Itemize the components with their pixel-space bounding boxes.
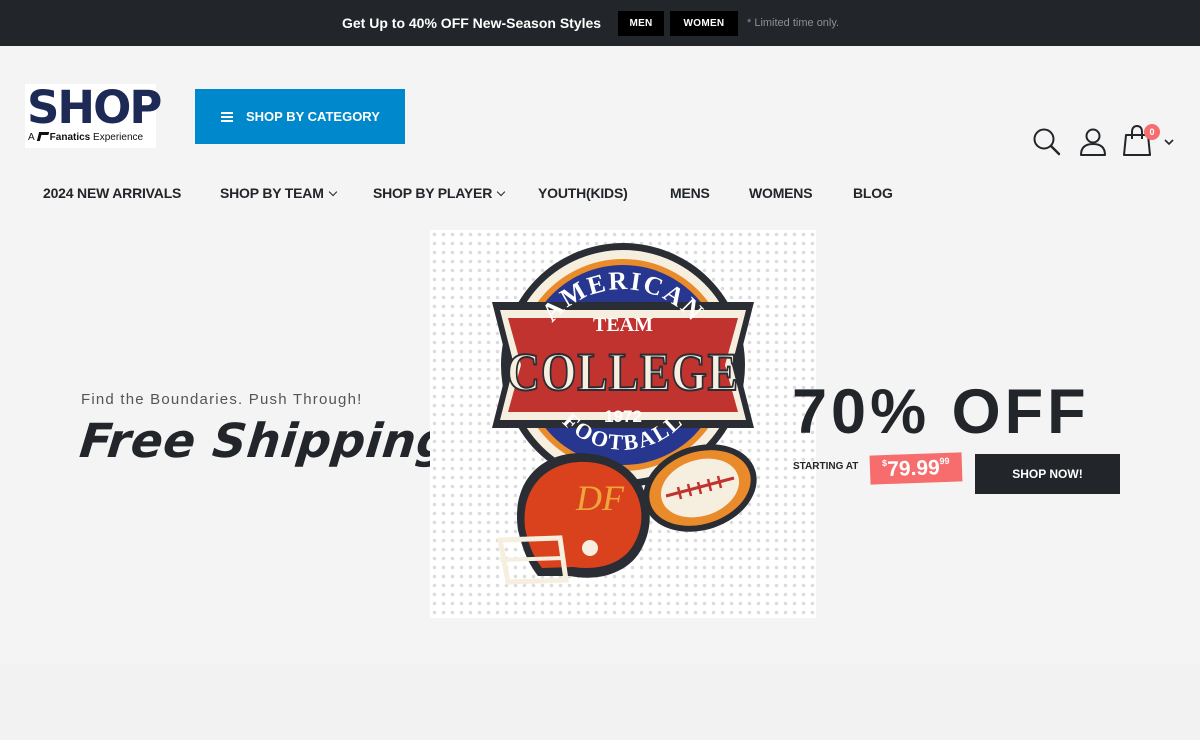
promo-suffix: New-Season Styles [468, 15, 602, 31]
nav-label: SHOP BY PLAYER [373, 185, 493, 201]
discount-text: 70% OFF [792, 377, 1090, 447]
nav-label: YOUTH(KIDS) [538, 185, 628, 201]
helmet-mark-text: DF [575, 478, 625, 518]
women-button[interactable]: WOMEN [670, 11, 738, 36]
nav-label: MENS [670, 185, 710, 201]
logo-sub-brand: Fanatics [49, 132, 91, 143]
site-logo[interactable]: SHOP A Fanatics Experience [25, 84, 162, 148]
nav-label: SHOP BY TEAM [220, 185, 324, 201]
promo-note: * Limited time only. [747, 17, 840, 29]
shop-now-button[interactable]: SHOP NOW! [975, 454, 1120, 494]
promo-prefix: Get Up to [342, 15, 409, 31]
badge-team-text: TEAM [593, 314, 653, 336]
nav-item-shop-by-team[interactable]: SHOP BY TEAM [220, 185, 337, 201]
logo-sub-suffix: Experience [93, 132, 144, 143]
main-nav: 2024 NEW ARRIVALS SHOP BY TEAM SHOP BY P… [0, 185, 1200, 207]
hero-banner: Find the Boundaries. Push Through! Free … [0, 228, 1200, 664]
chevron-down-icon [496, 187, 506, 197]
college-football-badge-image: AMERICAN TEAM COLLEGE 1972 FOOTBALL DF [430, 230, 816, 618]
logo-subtitle: A Fanatics Experience [28, 132, 143, 143]
category-button-label: SHOP BY CATEGORY [246, 109, 380, 124]
chevron-down-icon [328, 187, 337, 197]
nav-item-youth[interactable]: YOUTH(KIDS) [538, 185, 628, 201]
logo-text: SHOP [27, 81, 162, 134]
price-tag: $79.9999 [869, 452, 963, 485]
logo-sub-prefix: A [28, 132, 35, 143]
nav-item-blog[interactable]: BLOG [853, 185, 893, 201]
promo-text: Get Up to 40% OFF New-Season Styles [342, 15, 601, 31]
cart-count-badge: 0 [1144, 124, 1160, 140]
nav-label: WOMENS [749, 185, 813, 201]
badge-year-text: 1972 [604, 407, 642, 426]
hero-tagline: Find the Boundaries. Push Through! [81, 391, 363, 408]
search-icon[interactable] [1032, 127, 1062, 157]
fanatics-flag-icon [36, 132, 49, 141]
nav-item-new-arrivals[interactable]: 2024 NEW ARRIVALS [43, 185, 181, 201]
nav-item-womens[interactable]: WOMENS [749, 185, 813, 201]
hero-headline: Free Shipping [77, 414, 454, 469]
user-icon[interactable] [1078, 127, 1108, 157]
price-cents: 99 [939, 455, 950, 467]
starting-at-label: STARTING AT [793, 461, 859, 472]
nav-label: BLOG [853, 185, 893, 201]
price-value: 79.99 [886, 456, 941, 481]
nav-item-shop-by-player[interactable]: SHOP BY PLAYER [373, 185, 506, 201]
nav-item-mens[interactable]: MENS [670, 185, 710, 201]
shop-by-category-button[interactable]: SHOP BY CATEGORY [195, 89, 405, 144]
hamburger-icon [221, 112, 233, 122]
promo-bar: Get Up to 40% OFF New-Season Styles MEN … [0, 0, 1200, 46]
badge-main-text: COLLEGE [507, 342, 739, 402]
nav-label: 2024 NEW ARRIVALS [43, 185, 182, 201]
content-below-fold [0, 664, 1200, 740]
chevron-down-icon[interactable] [1163, 135, 1175, 147]
promo-highlight: 40% OFF [408, 15, 469, 31]
men-button[interactable]: MEN [618, 11, 664, 36]
